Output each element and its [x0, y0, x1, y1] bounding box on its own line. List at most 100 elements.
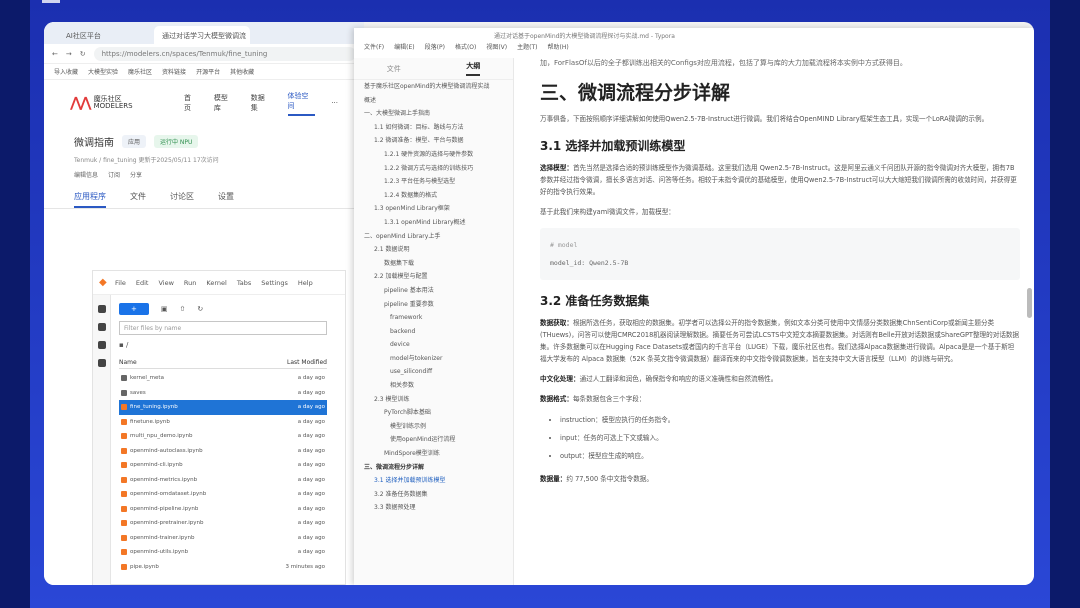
outline-item[interactable]: 模型训练示例 [354, 420, 513, 434]
bookmark[interactable]: 大模型实验 [88, 67, 118, 76]
running-icon[interactable] [97, 323, 106, 331]
new-launcher-button[interactable]: + [119, 303, 149, 315]
menu-format[interactable]: 格式(O) [455, 42, 476, 56]
filter-input[interactable]: Filter files by name [119, 321, 327, 335]
menu-view[interactable]: 视图(V) [486, 42, 507, 56]
outline-item[interactable]: 一、大模型微调上手指南 [354, 107, 513, 121]
col-name[interactable]: Name [119, 359, 137, 366]
outline-item[interactable]: 1.3.1 openMind Library概述 [354, 216, 513, 230]
bookmark[interactable]: 资料链接 [162, 67, 186, 76]
file-row[interactable]: pipe.ipynb 3 minutes ago [119, 560, 327, 575]
menu-run[interactable]: Run [184, 279, 196, 287]
bookmark[interactable]: 其他收藏 [230, 67, 254, 76]
tabs-icon[interactable] [97, 359, 106, 367]
file-row[interactable]: kernel_meta a day ago [119, 371, 327, 386]
menu-theme[interactable]: 主题(T) [517, 42, 537, 56]
file-row[interactable]: openmind-trainer.ipynb a day ago [119, 531, 327, 546]
outline-item[interactable]: 2.1 数据说明 [354, 243, 513, 257]
back-icon[interactable]: ← [52, 50, 58, 58]
menu-help[interactable]: Help [298, 279, 313, 287]
scrollbar-thumb[interactable] [1027, 288, 1032, 318]
file-row[interactable]: openmind-pretrainer.ipynb a day ago [119, 516, 327, 531]
outline-item[interactable]: 1.2.1 硬件资源的选择与硬件参数 [354, 148, 513, 162]
refresh-icon[interactable]: ↻ [197, 305, 203, 313]
bookmark[interactable]: 开源平台 [196, 67, 220, 76]
new-folder-icon[interactable]: ▣ [161, 305, 168, 313]
menu-file[interactable]: File [115, 279, 126, 287]
file-row[interactable]: saves a day ago [119, 386, 327, 401]
file-row[interactable]: openmind-autoclass.ipynb a day ago [119, 444, 327, 459]
tab-outline[interactable]: 大纲 [466, 61, 481, 76]
breadcrumb-path[interactable]: / [126, 341, 128, 349]
menu-paragraph[interactable]: 段落(P) [425, 42, 445, 56]
forward-icon[interactable]: → [66, 50, 72, 58]
outline-item[interactable]: pipeline 基本用法 [354, 284, 513, 298]
outline-item[interactable]: model与tokenizer [354, 352, 513, 366]
outline-item[interactable]: 概述 [354, 94, 513, 108]
file-row[interactable]: multi_npu_demo.ipynb a day ago [119, 429, 327, 444]
browser-tab-active[interactable]: 通过对话学习大模型微调流 [154, 26, 250, 44]
tab-discussion[interactable]: 讨论区 [170, 191, 194, 208]
outline-item[interactable]: backend [354, 325, 513, 339]
outline-item[interactable]: use_silicondiff [354, 365, 513, 379]
commands-icon[interactable] [97, 341, 106, 349]
nav-home[interactable]: 首页 [184, 93, 198, 113]
menu-edit[interactable]: Edit [136, 279, 149, 287]
file-row[interactable]: finetune.ipynb a day ago [119, 415, 327, 430]
subscribe-button[interactable]: 订阅 [108, 170, 120, 179]
nav-more[interactable]: ··· [331, 99, 338, 107]
outline-item[interactable]: MindSpore模型训练 [354, 447, 513, 461]
outline-item[interactable]: 1.2.4 数据集的格式 [354, 189, 513, 203]
outline-item[interactable]: 使用openMind运行流程 [354, 433, 513, 447]
menu-tabs[interactable]: Tabs [237, 279, 251, 287]
outline-item[interactable]: framework [354, 311, 513, 325]
upload-icon[interactable]: ⇧ [180, 305, 186, 313]
menu-settings[interactable]: Settings [261, 279, 288, 287]
outline-item[interactable]: PyTorch脚本基础 [354, 406, 513, 420]
folder-icon[interactable] [97, 305, 106, 313]
outline-item[interactable]: 二、openMind Library上手 [354, 230, 513, 244]
col-modified[interactable]: Last Modified [287, 359, 327, 366]
tab-files[interactable]: 文件 [130, 191, 146, 208]
file-row[interactable]: openmind-omdataset.ipynb a day ago [119, 487, 327, 502]
outline-item[interactable]: 2.2 加载模型与配置 [354, 270, 513, 284]
nav-datasets[interactable]: 数据集 [251, 93, 272, 113]
bookmark[interactable]: 导入收藏 [54, 67, 78, 76]
tab-app[interactable]: 应用程序 [74, 191, 106, 208]
menu-edit[interactable]: 编辑(E) [394, 42, 414, 56]
file-row[interactable]: openmind-cli.ipynb a day ago [119, 458, 327, 473]
outline-item[interactable]: 1.2 微调准备：模型、平台与数据 [354, 134, 513, 148]
file-row[interactable]: openmind-utils.ipynb a day ago [119, 545, 327, 560]
file-row[interactable]: openmind-pipeline.ipynb a day ago [119, 502, 327, 517]
menu-help[interactable]: 帮助(H) [548, 42, 569, 56]
file-row[interactable]: openmind-metrics.ipynb a day ago [119, 473, 327, 488]
nav-models[interactable]: 模型库 [214, 93, 235, 113]
outline-item[interactable]: 3.1 选择并加载预训练模型 [354, 474, 513, 488]
outline-item[interactable]: 基于魔乐社区openMind的大模型微调流程实战 [354, 80, 513, 94]
outline-item[interactable]: 数据集下载 [354, 257, 513, 271]
file-row-selected[interactable]: fine_tuning.ipynb a day ago [119, 400, 327, 415]
outline-item[interactable]: 1.1 如何微调：目标、路线与方法 [354, 121, 513, 135]
outline-item[interactable]: 1.3 openMind Library框架 [354, 202, 513, 216]
outline-item[interactable]: 2.3 模型训练 [354, 393, 513, 407]
share-button[interactable]: 分享 [130, 170, 142, 179]
outline-item[interactable]: pipeline 重要参数 [354, 298, 513, 312]
browser-tab[interactable]: AI社区平台 [58, 26, 154, 44]
outline-item[interactable]: 1.2.3 平台任务与模型选型 [354, 175, 513, 189]
outline-item[interactable]: 相关参数 [354, 379, 513, 393]
edit-info-button[interactable]: 编辑信息 [74, 170, 98, 179]
outline-item[interactable]: device [354, 338, 513, 352]
tab-settings[interactable]: 设置 [218, 191, 234, 208]
outline-item[interactable]: 3.2 准备任务数据集 [354, 488, 513, 502]
outline-item[interactable]: 3.3 数据预处理 [354, 501, 513, 515]
bookmark[interactable]: 魔乐社区 [128, 67, 152, 76]
site-logo[interactable]: ⋀⋀ 魔乐社区 MODELERS [70, 95, 162, 111]
url-input[interactable]: https://modelers.cn/spaces/Tenmuk/fine_t… [93, 46, 356, 61]
code-block[interactable]: # model model_id: Qwen2.5-7B [540, 228, 1020, 280]
outline-item[interactable]: 1.2.2 微调方式与选择的训练技巧 [354, 162, 513, 176]
menu-view[interactable]: View [158, 279, 173, 287]
reload-icon[interactable]: ↻ [80, 50, 86, 58]
menu-kernel[interactable]: Kernel [206, 279, 226, 287]
outline-item[interactable]: 三、微调流程分步详解 [354, 461, 513, 475]
menu-file[interactable]: 文件(F) [364, 42, 384, 56]
